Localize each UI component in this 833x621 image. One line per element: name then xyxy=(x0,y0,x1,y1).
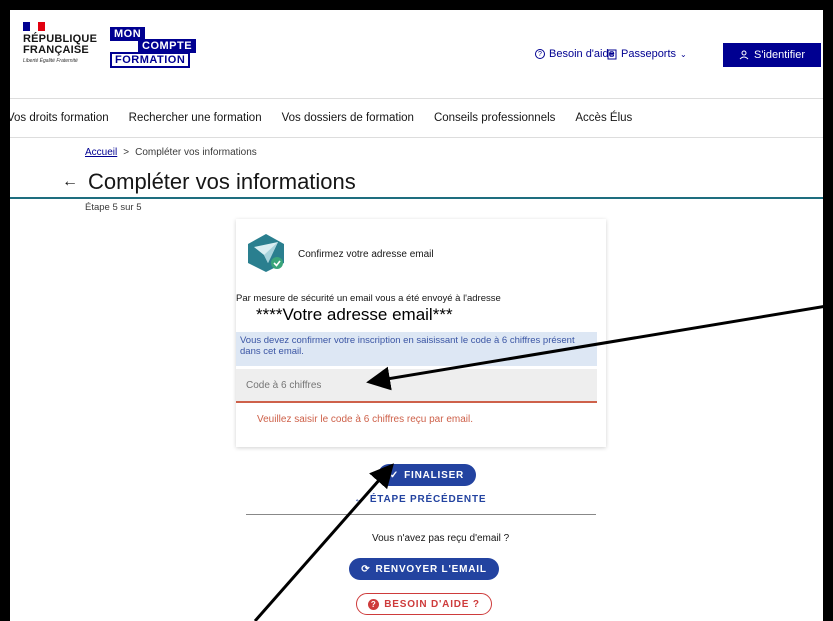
page-title: ← Compléter vos informations xyxy=(62,169,356,195)
mon-compte-formation-logo[interactable]: MON COMPTE FORMATION xyxy=(110,27,197,71)
back-arrow-icon[interactable]: ← xyxy=(62,173,78,191)
rf-title-line2: FRANÇAISE xyxy=(23,44,89,56)
login-button[interactable]: S'identifier xyxy=(723,43,821,67)
republique-francaise-logo[interactable]: RÉPUBLIQUE FRANÇAISE Liberté Égalité Fra… xyxy=(23,22,103,65)
need-help-label: BESOIN D'AIDE ? xyxy=(384,598,480,610)
title-divider xyxy=(10,197,823,199)
email-address: ****Votre adresse email*** xyxy=(256,305,453,324)
help-link[interactable]: ? Besoin d'aide xyxy=(535,48,615,60)
need-help-button[interactable]: ? BESOIN D'AIDE ? xyxy=(356,593,492,615)
envelope-check-icon xyxy=(248,234,284,272)
passports-label: Passeports xyxy=(621,48,677,60)
question-circle-icon: ? xyxy=(368,598,380,610)
help-link-label: Besoin d'aide xyxy=(549,48,615,60)
help-circle-icon: ? xyxy=(535,49,545,59)
resend-email-button[interactable]: ⟳ RENVOYER L'EMAIL xyxy=(349,558,499,580)
nav-item-acces-elus[interactable]: Accès Élus xyxy=(575,112,632,124)
email-confirmation-card: Confirmez votre adresse email Par mesure… xyxy=(236,219,606,447)
site-header: RÉPUBLIQUE FRANÇAISE Liberté Égalité Fra… xyxy=(10,10,823,88)
chevron-down-icon: ⌄ xyxy=(680,49,687,59)
breadcrumb: Accueil > Compléter vos informations xyxy=(85,147,257,158)
nav-item-rechercher[interactable]: Rechercher une formation xyxy=(129,112,262,124)
document-icon xyxy=(607,49,617,59)
browser-frame: RÉPUBLIQUE FRANÇAISE Liberté Égalité Fra… xyxy=(0,0,833,621)
rf-motto: Liberté Égalité Fraternité xyxy=(23,58,78,64)
back-arrow-icon: ← xyxy=(354,494,365,505)
logo-compte: COMPTE xyxy=(138,39,197,53)
nav-item-droits[interactable]: Vos droits formation xyxy=(10,112,109,124)
no-email-text: Vous n'avez pas reçu d'email ? xyxy=(372,533,510,544)
nav-item-conseils[interactable]: Conseils professionnels xyxy=(434,112,555,124)
nav-item-dossiers[interactable]: Vos dossiers de formation xyxy=(282,112,414,124)
refresh-icon: ⟳ xyxy=(361,563,371,575)
check-icon: ✓ xyxy=(389,469,400,481)
security-info-text: Par mesure de sécurité un email vous a é… xyxy=(236,293,501,304)
logo-formation: FORMATION xyxy=(110,52,191,68)
finalize-label: FINALISER xyxy=(404,469,465,481)
step-indicator: Étape 5 sur 5 xyxy=(85,202,142,213)
breadcrumb-separator: > xyxy=(123,147,130,158)
user-icon xyxy=(739,50,749,60)
previous-step-link[interactable]: ← ÉTAPE PRÉCÉDENTE xyxy=(354,494,486,505)
previous-step-label: ÉTAPE PRÉCÉDENTE xyxy=(369,494,487,505)
code-error-message: Veuillez saisir le code à 6 chiffres reç… xyxy=(257,414,474,425)
page-title-text: Compléter vos informations xyxy=(88,169,356,194)
separator-line xyxy=(246,514,596,515)
breadcrumb-current: Compléter vos informations xyxy=(135,147,257,158)
finalize-button[interactable]: ✓ FINALISER xyxy=(378,464,476,486)
main-nav: Vos droits formation Rechercher une form… xyxy=(10,98,823,138)
resend-label: RENVOYER L'EMAIL xyxy=(375,563,487,575)
passports-menu[interactable]: Passeports ⌄ xyxy=(607,48,687,60)
login-label: S'identifier xyxy=(753,49,805,61)
breadcrumb-home[interactable]: Accueil xyxy=(85,147,117,158)
confirmation-notice: Vous devez confirmer votre inscription e… xyxy=(236,332,597,366)
card-heading: Confirmez votre adresse email xyxy=(298,249,434,260)
french-flag-icon xyxy=(23,22,45,31)
verification-code-input[interactable] xyxy=(236,369,597,403)
